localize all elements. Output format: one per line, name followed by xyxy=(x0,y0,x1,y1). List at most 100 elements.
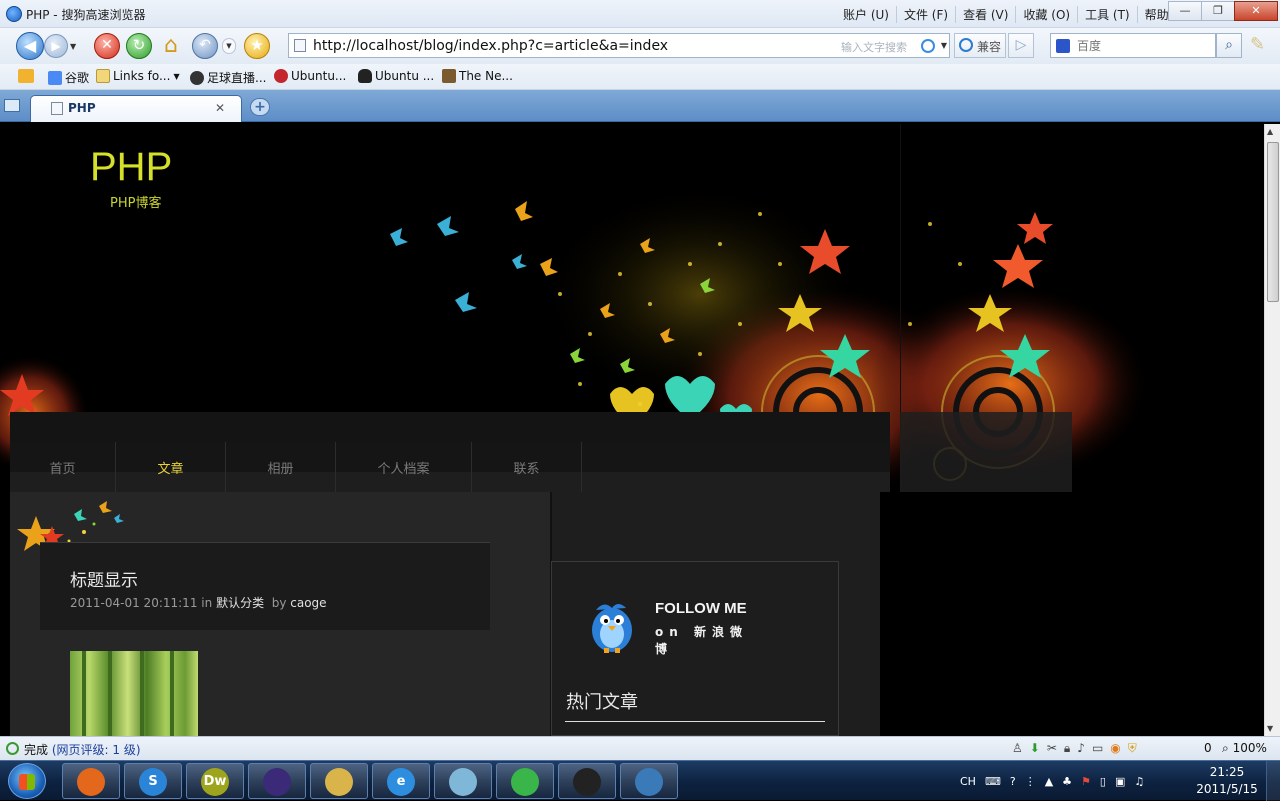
address-dropdown-icon[interactable]: ▼ xyxy=(941,41,947,50)
nav-item-profile[interactable]: 个人档案 xyxy=(336,442,472,492)
search-input[interactable] xyxy=(1077,37,1207,54)
bookmark-label: 谷歌 xyxy=(65,71,90,85)
clock-date: 2011/5/15 xyxy=(1196,782,1258,796)
stop-button[interactable]: ✕ xyxy=(94,33,120,59)
zoom-level[interactable]: ⌕ 100% xyxy=(1222,741,1267,756)
favorites-star-button[interactable]: ★ xyxy=(244,33,270,59)
address-bar[interactable]: http://localhost/blog/index.php?c=articl… xyxy=(288,33,950,58)
hot-articles-divider xyxy=(565,721,825,722)
start-button[interactable] xyxy=(8,763,46,799)
screen-icon[interactable]: ▭ xyxy=(1092,741,1103,756)
bookmark-item[interactable]: Ubuntu... xyxy=(274,69,346,83)
volume-icon[interactable]: ♫ xyxy=(1134,775,1144,788)
taskbar-button[interactable] xyxy=(558,763,616,799)
bookmark-label: The Ne... xyxy=(459,69,513,83)
taskbar-button[interactable]: Dw xyxy=(186,763,244,799)
sound-icon[interactable]: ♪ xyxy=(1077,741,1085,756)
compatibility-mode-button[interactable]: 兼容 xyxy=(954,33,1006,58)
taskbar-button[interactable]: e xyxy=(372,763,430,799)
nav-item-contact[interactable]: 联系 xyxy=(472,442,582,492)
minimize-button[interactable]: — xyxy=(1168,1,1202,21)
clock[interactable]: 21:25 2011/5/15 xyxy=(1196,764,1258,798)
taskbar-button[interactable]: S xyxy=(124,763,182,799)
close-tab-icon[interactable]: ✕ xyxy=(215,101,225,115)
twitter-bird-icon[interactable] xyxy=(588,598,636,654)
debian-swirl-icon xyxy=(274,69,288,83)
bookmark-item[interactable]: The Ne... xyxy=(442,69,513,83)
tab-list-icon[interactable] xyxy=(4,99,20,112)
qq-icon xyxy=(573,768,601,796)
page-scrollbar[interactable]: ▲ ▼ xyxy=(1264,124,1280,736)
back-button[interactable]: ◀ xyxy=(16,32,44,60)
post-image-bamboo[interactable] xyxy=(70,651,198,736)
menu-file[interactable]: 文件 (F) xyxy=(895,6,955,23)
taskbar-button[interactable] xyxy=(434,763,492,799)
undo-close-tab-button[interactable]: ↶ xyxy=(192,33,218,59)
input-language[interactable]: CH xyxy=(960,775,976,788)
tools-icon[interactable]: ✂ xyxy=(1047,741,1057,756)
taskbar-button[interactable] xyxy=(620,763,678,799)
shield-icon[interactable]: ⛨ xyxy=(1128,741,1137,756)
download-icon[interactable]: ⬇ xyxy=(1030,741,1040,756)
navigation-toolbar: ◀ ▶ ▼ ✕ ↻ ⌂ ↶ ▼ ★ http://localhost/blog/… xyxy=(0,28,1280,64)
new-tab-button[interactable]: + xyxy=(250,98,270,116)
power-icon[interactable]: ▯ xyxy=(1100,775,1106,788)
lock-icon[interactable]: 🔒︎ xyxy=(1064,741,1070,756)
refresh-button[interactable]: ↻ xyxy=(126,33,152,59)
scrollbar-thumb[interactable] xyxy=(1267,142,1279,302)
accelerator-icon[interactable]: ◉ xyxy=(1110,741,1120,756)
page-rating-link[interactable]: (网页评级: 1 级) xyxy=(52,743,141,757)
show-desktop-button[interactable] xyxy=(1266,761,1280,801)
search-box[interactable] xyxy=(1050,33,1216,58)
nav-item-articles[interactable]: 文章 xyxy=(116,442,226,492)
post-by-word: by xyxy=(271,596,287,610)
home-button[interactable]: ⌂ xyxy=(158,34,184,58)
keyboard-icon[interactable]: ⌨ xyxy=(985,775,1001,788)
search-button[interactable]: ⌕ xyxy=(1216,33,1242,58)
windows-taskbar: S Dw e CH ⌨ ? ⋮ ▲ ♣ ⚑ ▯ ▣ ♫ 21:25 2011/5/1… xyxy=(0,760,1280,801)
nav-item-home[interactable]: 首页 xyxy=(10,442,116,492)
pen-icon[interactable]: ✎ xyxy=(1250,34,1265,55)
bookmark-item[interactable]: 谷歌 xyxy=(48,69,89,86)
taskbar-button[interactable] xyxy=(62,763,120,799)
help-icon[interactable]: ? xyxy=(1010,775,1016,788)
url-text[interactable]: http://localhost/blog/index.php?c=articl… xyxy=(313,38,668,54)
bookmark-item[interactable]: Ubuntu ... xyxy=(358,69,434,83)
input-settings-icon[interactable]: ⋮ xyxy=(1025,775,1036,788)
menu-favorites[interactable]: 收藏 (O) xyxy=(1015,6,1077,23)
action-center-flag-icon[interactable]: ⚑ xyxy=(1081,775,1091,788)
history-dropdown-icon[interactable]: ▼ xyxy=(70,42,76,51)
forward-button[interactable]: ▶ xyxy=(44,34,68,58)
follow-subtitle[interactable]: on 新浪微博 xyxy=(655,624,755,658)
taskbar-button[interactable] xyxy=(310,763,368,799)
site-title[interactable]: PHP xyxy=(90,145,172,190)
nav-item-album[interactable]: 相册 xyxy=(226,442,336,492)
post-title[interactable]: 标题显示 xyxy=(70,566,138,591)
taskbar-button[interactable] xyxy=(496,763,554,799)
menu-view[interactable]: 查看 (V) xyxy=(955,6,1015,23)
favorites-folder-icon[interactable] xyxy=(18,69,34,83)
taskbar-button[interactable] xyxy=(248,763,306,799)
scroll-up-arrow-icon[interactable]: ▲ xyxy=(1267,127,1273,136)
follow-title[interactable]: FOLLOW ME xyxy=(655,600,747,617)
tab-php[interactable]: PHP ✕ xyxy=(30,95,242,122)
baidu-paw-icon[interactable] xyxy=(1056,39,1070,53)
sogou-search-icon[interactable] xyxy=(921,39,935,53)
post-category-link[interactable]: 默认分类 xyxy=(216,596,264,610)
bookmark-folder[interactable]: Links fo... ▼ xyxy=(96,69,180,83)
post-author-link[interactable]: caoge xyxy=(290,596,326,610)
scroll-down-arrow-icon[interactable]: ▼ xyxy=(1267,724,1273,733)
restore-button[interactable]: ❐ xyxy=(1201,1,1235,21)
status-bar: 完成 (网页评级: 1 级) ♙ ⬇ ✂ 🔒︎ ♪ ▭ ◉ ⛨ 0 ⌕ 100% xyxy=(0,736,1280,760)
antivirus-icon[interactable]: ♣ xyxy=(1062,775,1072,788)
person-icon[interactable]: ♙ xyxy=(1012,741,1023,756)
go-button[interactable]: ▷ xyxy=(1008,33,1034,58)
network-icon[interactable]: ▣ xyxy=(1115,775,1125,788)
menu-tools[interactable]: 工具 (T) xyxy=(1077,6,1137,23)
undo-dropdown-icon[interactable]: ▼ xyxy=(222,38,236,54)
close-window-button[interactable]: ✕ xyxy=(1234,1,1278,21)
sogou-browser-icon: S xyxy=(139,768,167,796)
menu-account[interactable]: 账户 (U) xyxy=(836,6,896,23)
show-hidden-icons-icon[interactable]: ▲ xyxy=(1045,775,1053,788)
bookmark-item[interactable]: 足球直播... xyxy=(190,69,266,86)
